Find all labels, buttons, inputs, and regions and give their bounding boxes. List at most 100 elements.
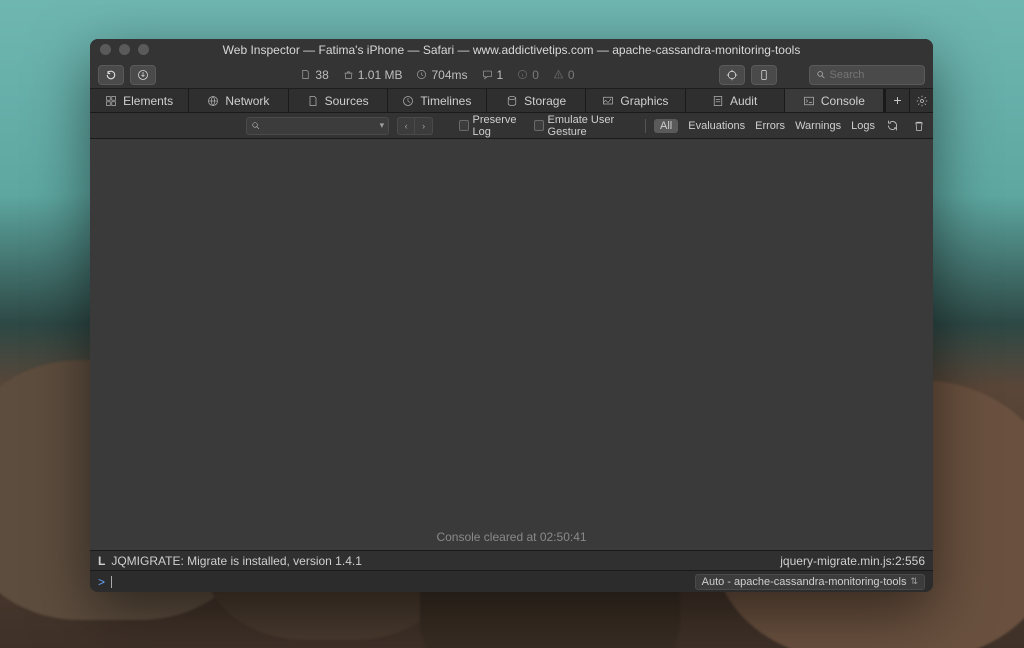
audit-icon [712,95,724,107]
tab-console[interactable]: Console [785,89,884,112]
tab-storage[interactable]: Storage [487,89,586,112]
preserve-log-label: Preserve Log [473,114,527,138]
document-icon [300,69,311,80]
next-result-button[interactable]: › [415,117,433,135]
search-icon [816,69,826,80]
network-icon [207,95,219,107]
window-controls [100,44,149,55]
execution-context-label: Auto - apache-cassandra-monitoring-tools [702,576,907,588]
log-source-link[interactable]: jquery-migrate.min.js:2:556 [780,554,925,568]
filter-field[interactable]: ▾ [246,117,389,135]
tab-sources[interactable]: Sources [289,89,388,112]
console-output[interactable]: Console cleared at 02:50:41 [90,139,933,550]
metric-messages: 1 [482,68,504,82]
load-metrics: 38 1.01 MB 704ms 1 0 0 [300,68,574,82]
emulate-gesture-checkbox[interactable]: Emulate User Gesture [534,114,637,138]
clear-console-button[interactable] [911,118,927,134]
zoom-window-button[interactable] [138,44,149,55]
console-cleared-message: Console cleared at 02:50:41 [90,530,933,544]
console-icon [803,95,815,107]
log-level-badge: L [98,554,105,568]
elements-icon [105,95,117,107]
sources-icon [307,95,319,107]
filter-input[interactable] [264,120,375,132]
level-evaluations[interactable]: Evaluations [688,120,745,132]
tab-audit-label: Audit [730,94,757,108]
search-icon [251,120,260,131]
checkbox-icon [534,120,543,131]
level-logs[interactable]: Logs [851,120,875,132]
emulate-gesture-label: Emulate User Gesture [548,114,638,138]
execution-context-selector[interactable]: Auto - apache-cassandra-monitoring-tools… [695,574,925,590]
weight-icon [343,69,354,80]
plus-icon [892,95,903,106]
download-button[interactable] [130,65,156,85]
info-count: 0 [532,68,539,82]
window-title: Web Inspector — Fatima's iPhone — Safari… [223,43,801,57]
level-errors[interactable]: Errors [755,120,785,132]
tab-network-label: Network [225,94,269,108]
crosshair-icon [726,69,738,81]
metric-time: 704ms [416,68,467,82]
updown-icon: ⇅ [910,576,918,587]
log-message: JQMIGRATE: Migrate is installed, version… [111,554,362,568]
prompt-chevron-icon: > [98,575,105,589]
download-icon [137,69,149,81]
minimize-window-button[interactable] [119,44,130,55]
titlebar: Web Inspector — Fatima's iPhone — Safari… [90,39,933,61]
reload-console-button[interactable] [885,118,901,134]
messages-count: 1 [497,68,504,82]
transfer-size: 1.01 MB [358,68,403,82]
chevron-left-icon: ‹ [405,121,408,131]
tab-timelines[interactable]: Timelines [388,89,487,112]
chevron-right-icon: › [422,121,425,131]
search-input[interactable] [830,69,918,81]
toolbar: 38 1.01 MB 704ms 1 0 0 [90,61,933,89]
new-tab-button[interactable] [885,89,909,112]
tab-elements[interactable]: Elements [90,89,189,112]
tab-storage-label: Storage [524,94,566,108]
trash-icon [913,120,925,132]
device-button[interactable] [751,65,777,85]
gear-icon [916,95,928,107]
level-warnings[interactable]: Warnings [795,120,841,132]
web-inspector-window: Web Inspector — Fatima's iPhone — Safari… [90,39,933,592]
timelines-icon [402,95,414,107]
search-field[interactable] [809,65,925,85]
inspect-element-button[interactable] [719,65,745,85]
tab-elements-label: Elements [123,94,173,108]
tab-graphics-label: Graphics [620,94,668,108]
metric-warn: 0 [553,68,575,82]
console-input[interactable] [118,575,689,589]
tab-network[interactable]: Network [189,89,288,112]
log-entry[interactable]: L JQMIGRATE: Migrate is installed, versi… [90,550,933,570]
tab-graphics[interactable]: Graphics [586,89,685,112]
chevron-down-icon: ▾ [380,120,385,131]
message-icon [482,69,493,80]
tab-console-label: Console [821,94,865,108]
level-all[interactable]: All [654,119,678,133]
metric-resources: 38 [300,68,328,82]
tab-audit[interactable]: Audit [686,89,785,112]
close-window-button[interactable] [100,44,111,55]
graphics-icon [602,95,614,107]
reload-button[interactable] [98,65,124,85]
device-icon [758,69,770,81]
clock-icon [416,69,427,80]
settings-button[interactable] [909,89,933,112]
tab-sources-label: Sources [325,94,369,108]
warning-icon [553,69,564,80]
refresh-icon [886,119,899,132]
tab-timelines-label: Timelines [420,94,471,108]
separator [645,119,646,133]
log-level-filter: All Evaluations Errors Warnings Logs [654,118,927,134]
storage-icon [506,95,518,107]
prev-result-button[interactable]: ‹ [397,117,415,135]
resources-count: 38 [315,68,328,82]
reload-icon [105,69,117,81]
metric-info: 0 [517,68,539,82]
preserve-log-checkbox[interactable]: Preserve Log [459,114,526,138]
tab-bar: Elements Network Sources Timelines Stora… [90,89,933,113]
checkbox-icon [459,120,468,131]
console-toolbar: ▾ ‹ › Preserve Log Emulate User Gesture … [90,113,933,139]
